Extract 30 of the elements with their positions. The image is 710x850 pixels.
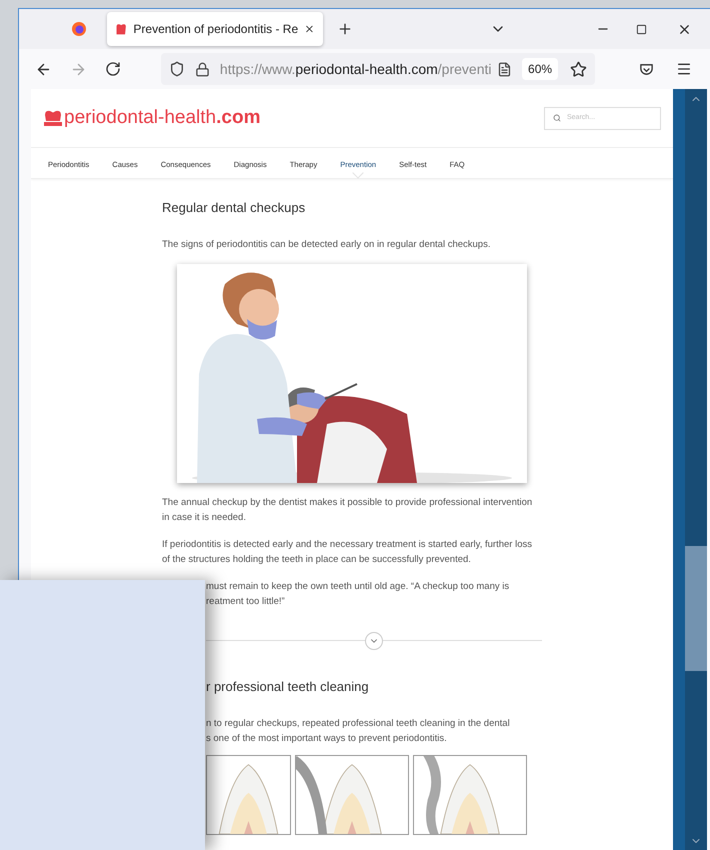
paragraph: The annual checkup by the dentist makes it possible to provide professional intervention in case it is needed.: [162, 496, 534, 524]
section-heading: r professional teeth cleaning: [206, 678, 370, 696]
browser-logo-icon[interactable]: [71, 21, 87, 37]
address-bar[interactable]: https://www.periodontal-health.com/preventi 60%: [161, 53, 595, 85]
search-icon: [553, 114, 561, 122]
menu-icon[interactable]: [676, 61, 692, 77]
reload-icon[interactable]: [105, 61, 121, 77]
section-heading: Regular dental checkups: [162, 199, 306, 217]
zoom-level[interactable]: 60%: [522, 58, 558, 80]
paragraph-fragment: s one of the most important ways to prevent periodontitis.: [206, 732, 448, 746]
paragraph-fragment: must remain to keep the own teeth until old age. “A checkup too many is: [206, 580, 510, 594]
paragraph: If periodontitis is detected early and the necessary treatment is started early, further loss of the structures holding the teeth in place can be successfully prevented.: [162, 538, 533, 566]
paragraph: The signs of periodontitis can be detected early on in regular dental checkups.: [162, 238, 492, 252]
site-logo[interactable]: periodontal-health.com: [64, 104, 260, 132]
maximize-icon[interactable]: [636, 24, 647, 34]
reader-view-icon[interactable]: [497, 62, 512, 76]
new-tab-icon[interactable]: [337, 21, 353, 37]
pocket-icon[interactable]: [639, 62, 654, 76]
bookmark-star-icon[interactable]: [570, 60, 587, 78]
paragraph-fragment: reatment too little!”: [206, 594, 286, 608]
tab-title: Prevention of periodontitis - Re: [133, 21, 298, 38]
scrollbar[interactable]: [673, 89, 707, 850]
url-text: https://www.periodontal-health.com/preventi: [220, 60, 492, 79]
paragraph-fragment: n to regular checkups, repeated professional teeth cleaning in the dental: [206, 717, 511, 731]
scroll-thumb[interactable]: [685, 546, 707, 671]
browser-tab[interactable]: Prevention of periodontitis - Re: [107, 12, 323, 46]
tooth-logo-icon: [115, 21, 128, 37]
tooth-logo-icon: [43, 109, 63, 127]
lock-icon[interactable]: [194, 62, 210, 76]
shield-icon[interactable]: [169, 61, 185, 77]
